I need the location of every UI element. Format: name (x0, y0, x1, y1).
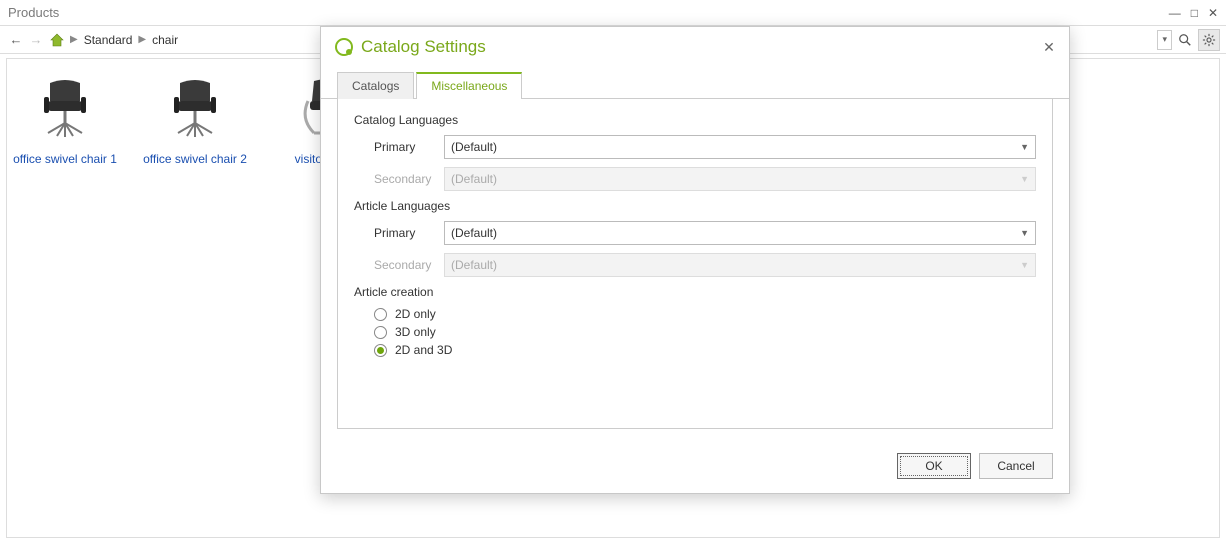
chevron-right-icon: ▶ (70, 34, 78, 45)
select-value: (Default) (451, 226, 497, 240)
catalog-settings-dialog: Catalog Settings ✕ Catalogs Miscellaneou… (320, 26, 1070, 494)
dialog-title: Catalog Settings (361, 37, 486, 57)
chevron-down-icon: ▼ (1020, 174, 1029, 184)
radio-2d-only[interactable]: 2D only (374, 307, 1036, 321)
chevron-down-icon: ▼ (1020, 228, 1029, 238)
label-primary: Primary (374, 226, 444, 240)
tab-catalogs[interactable]: Catalogs (337, 72, 414, 99)
nav-forward-icon: → (28, 32, 44, 47)
radio-3d-only[interactable]: 3D only (374, 325, 1036, 339)
product-item[interactable]: office swivel chair 1 (10, 66, 120, 166)
article-secondary-select: (Default) ▼ (444, 253, 1036, 277)
label-secondary: Secondary (374, 258, 444, 272)
dialog-tabs: Catalogs Miscellaneous (321, 71, 1069, 99)
product-label: office swivel chair 1 (13, 152, 117, 166)
radio-icon (374, 326, 387, 339)
section-article-languages: Article Languages (354, 199, 1036, 213)
chevron-down-icon: ▼ (1020, 142, 1029, 152)
gear-icon[interactable] (1198, 29, 1220, 51)
radio-icon (374, 308, 387, 321)
select-value: (Default) (451, 258, 497, 272)
window-minimize-icon[interactable]: — (1169, 6, 1181, 20)
product-thumbnail (155, 66, 235, 146)
product-item[interactable]: office swivel chair 2 (140, 66, 250, 166)
product-thumbnail (25, 66, 105, 146)
cancel-button[interactable]: Cancel (979, 453, 1053, 479)
select-value: (Default) (451, 140, 497, 154)
select-value: (Default) (451, 172, 497, 186)
window-title: Products (8, 5, 59, 20)
search-scope-dropdown[interactable]: ▾ (1157, 30, 1172, 50)
breadcrumb-item[interactable]: Standard (82, 33, 135, 47)
section-article-creation: Article creation (354, 285, 1036, 299)
nav-back-icon[interactable]: ← (8, 32, 24, 47)
chevron-down-icon: ▼ (1020, 260, 1029, 270)
dialog-close-icon[interactable]: ✕ (1039, 37, 1059, 57)
tab-miscellaneous[interactable]: Miscellaneous (416, 72, 522, 99)
article-primary-select[interactable]: (Default) ▼ (444, 221, 1036, 245)
breadcrumb-item[interactable]: chair (150, 33, 180, 47)
section-catalog-languages: Catalog Languages (354, 113, 1036, 127)
ok-button[interactable]: OK (897, 453, 971, 479)
label-primary: Primary (374, 140, 444, 154)
radio-2d-and-3d[interactable]: 2D and 3D (374, 343, 1036, 357)
window-close-icon[interactable]: ✕ (1208, 6, 1218, 20)
radio-label: 3D only (395, 325, 436, 339)
catalog-secondary-select: (Default) ▼ (444, 167, 1036, 191)
radio-label: 2D and 3D (395, 343, 452, 357)
radio-label: 2D only (395, 307, 436, 321)
chevron-right-icon: ▶ (138, 34, 146, 45)
search-icon[interactable] (1174, 29, 1196, 51)
window-titlebar: Products — □ ✕ (0, 0, 1226, 26)
radio-icon (374, 344, 387, 357)
label-secondary: Secondary (374, 172, 444, 186)
tab-panel-miscellaneous: Catalog Languages Primary (Default) ▼ Se… (337, 99, 1053, 429)
product-label: office swivel chair 2 (143, 152, 247, 166)
home-icon[interactable] (48, 31, 66, 49)
window-maximize-icon[interactable]: □ (1191, 6, 1198, 20)
catalog-primary-select[interactable]: (Default) ▼ (444, 135, 1036, 159)
app-logo-icon (335, 38, 353, 56)
